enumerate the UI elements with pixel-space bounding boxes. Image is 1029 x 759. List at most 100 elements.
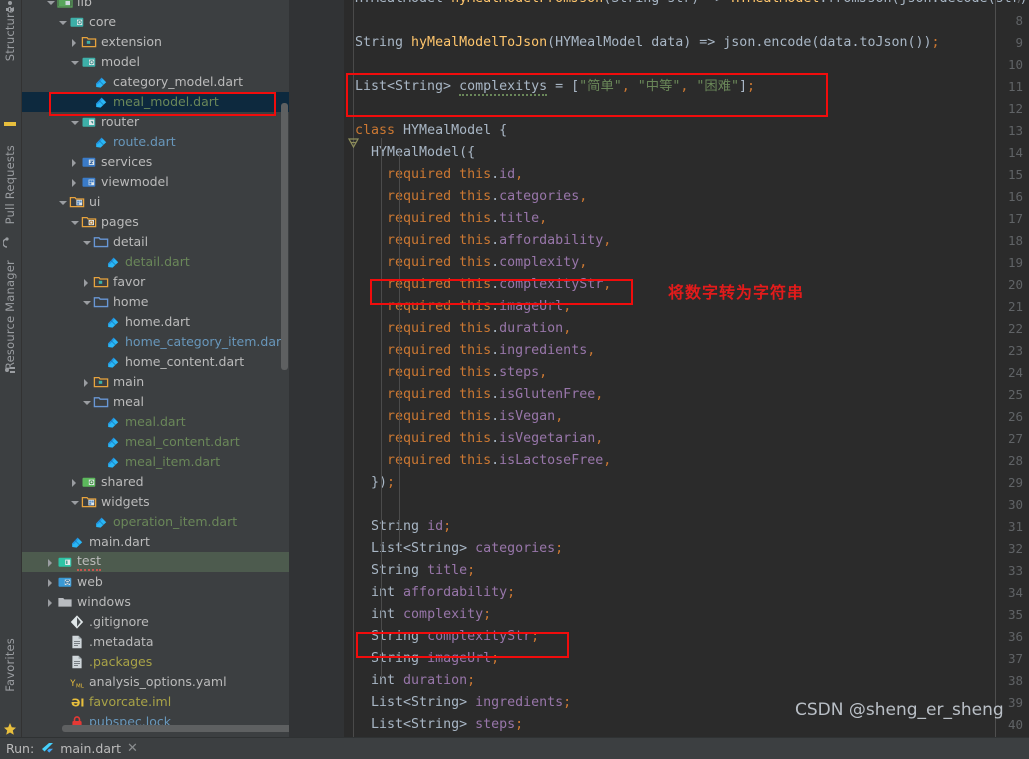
tree-item-widgets[interactable]: widgets (22, 492, 289, 512)
tree-item-meal-dart[interactable]: meal.dart (22, 412, 289, 432)
tree-item-home[interactable]: home (22, 292, 289, 312)
tree-item-windows[interactable]: windows (22, 592, 289, 612)
run-tool-window-bar[interactable]: Run: main.dart ✕ (0, 737, 1029, 759)
code-line-16[interactable]: required this.categories, (355, 186, 587, 208)
code-line-7[interactable]: HYMealModel hyMealModelFromJson(String s… (355, 0, 1028, 10)
tree-item-model[interactable]: model (22, 52, 289, 72)
code-line-18[interactable]: required this.affordability, (355, 230, 611, 252)
code-line-28[interactable]: required this.isLactoseFree, (355, 450, 611, 472)
chevron-right-icon[interactable] (68, 36, 81, 49)
tree-item-core[interactable]: core (22, 12, 289, 32)
folder-orange-icon (93, 274, 109, 290)
code-line-13[interactable]: class HYMealModel { (355, 120, 507, 142)
code-editor[interactable]: 7891011121314151617181920212223242526272… (289, 0, 1029, 737)
chevron-down-icon[interactable] (68, 496, 81, 509)
chevron-down-icon[interactable] (56, 196, 69, 209)
tree-vertical-scrollbar[interactable] (281, 103, 288, 370)
code-line-20[interactable]: required this.complexityStr, (355, 274, 611, 296)
code-line-29[interactable]: }); (355, 472, 395, 494)
chevron-down-icon[interactable] (68, 116, 81, 129)
tree-item-meal-item-dart[interactable]: meal_item.dart (22, 452, 289, 472)
code-line-24[interactable]: required this.steps, (355, 362, 547, 384)
tree-item-test[interactable]: test (22, 552, 289, 572)
code-line-25[interactable]: required this.isGlutenFree, (355, 384, 603, 406)
tree-item-meal-content-dart[interactable]: meal_content.dart (22, 432, 289, 452)
code-line-33[interactable]: String title; (355, 560, 475, 582)
tree-item-category-model-dart[interactable]: category_model.dart (22, 72, 289, 92)
chevron-right-icon[interactable] (44, 596, 57, 609)
chevron-down-icon[interactable] (80, 296, 93, 309)
code-line-14[interactable]: HYMealModel({ (355, 142, 475, 164)
tree-item-favorcate-iml[interactable]: ƏI favorcate.iml (22, 692, 289, 712)
tree-item-viewmodel[interactable]: viewmodel (22, 172, 289, 192)
code-line-40[interactable]: List<String> steps; (355, 714, 523, 736)
tree-item-shared[interactable]: shared (22, 472, 289, 492)
tree-item--packages[interactable]: .packages (22, 652, 289, 672)
tree-item-detail-dart[interactable]: detail.dart (22, 252, 289, 272)
tree-item-web[interactable]: web (22, 572, 289, 592)
chevron-down-icon[interactable] (56, 16, 69, 29)
tree-item-route-dart[interactable]: route.dart (22, 132, 289, 152)
tree-item--metadata[interactable]: .metadata (22, 632, 289, 652)
code-token: List<String> (371, 541, 476, 556)
tree-item-main-dart[interactable]: main.dart (22, 532, 289, 552)
code-line-27[interactable]: required this.isVegetarian, (355, 428, 603, 450)
tree-item--gitignore[interactable]: .gitignore (22, 612, 289, 632)
tree-item-favor[interactable]: favor (22, 272, 289, 292)
tree-item-meal-model-dart[interactable]: meal_model.dart (22, 92, 289, 112)
code-line-11[interactable]: List<String> complexitys = ["简单", "中等", … (355, 76, 755, 98)
tree-item-detail[interactable]: detail (22, 232, 289, 252)
chevron-right-icon[interactable] (80, 376, 93, 389)
project-tool-window[interactable]: lib core extension model category_model.dart… (22, 0, 289, 737)
tool-tab-resource-manager[interactable]: Resource Manager (0, 258, 21, 372)
chevron-right-icon[interactable] (44, 556, 57, 569)
code-line-32[interactable]: List<String> categories; (355, 538, 563, 560)
code-line-39[interactable]: List<String> ingredients; (355, 692, 571, 714)
code-line-23[interactable]: required this.ingredients, (355, 340, 595, 362)
chevron-right-icon[interactable] (68, 156, 81, 169)
tree-item-analysis-options-yaml[interactable]: Y ML analysis_options.yaml (22, 672, 289, 692)
code-line-22[interactable]: required this.duration, (355, 318, 571, 340)
code-line-34[interactable]: int affordability; (355, 582, 515, 604)
tree-item-router[interactable]: router (22, 112, 289, 132)
tool-tab-favorites[interactable]: Favorites (0, 636, 21, 694)
code-line-17[interactable]: required this.title, (355, 208, 547, 230)
tree-item-extension[interactable]: extension (22, 32, 289, 52)
tree-item-services[interactable]: services (22, 152, 289, 172)
code-line-9[interactable]: String hyMealModelToJson(HYMealModel dat… (355, 32, 940, 54)
project-tree[interactable]: lib core extension model category_model.dart… (22, 0, 289, 737)
tree-item-main[interactable]: main (22, 372, 289, 392)
chevron-down-icon[interactable] (68, 56, 81, 69)
code-line-21[interactable]: required this.imageUrl, (355, 296, 571, 318)
code-line-35[interactable]: int complexity; (355, 604, 491, 626)
chevron-right-icon[interactable] (44, 576, 57, 589)
tree-horizontal-scrollbar[interactable] (62, 725, 289, 732)
chevron-right-icon[interactable] (68, 476, 81, 489)
tree-item-home-dart[interactable]: home.dart (22, 312, 289, 332)
tree-item-meal[interactable]: meal (22, 392, 289, 412)
chevron-down-icon[interactable] (80, 396, 93, 409)
run-config-name[interactable]: main.dart (60, 741, 121, 756)
code-line-37[interactable]: String imageUrl; (355, 648, 499, 670)
tree-item-home-category-item-dart[interactable]: home_category_item.dart (22, 332, 289, 352)
code-line-19[interactable]: required this.complexity, (355, 252, 587, 274)
chevron-right-icon[interactable] (68, 176, 81, 189)
fold-collapse-icon[interactable] (348, 138, 359, 149)
tree-item-home-content-dart[interactable]: home_content.dart (22, 352, 289, 372)
code-line-36[interactable]: String complexityStr; (355, 626, 539, 648)
chevron-down-icon[interactable] (80, 236, 93, 249)
code-line-26[interactable]: required this.isVegan, (355, 406, 563, 428)
tree-item-operation-item-dart[interactable]: operation_item.dart (22, 512, 289, 532)
tool-tab-pull-requests[interactable]: Pull Requests (0, 143, 21, 226)
close-icon[interactable]: ✕ (127, 741, 138, 756)
chevron-down-icon[interactable] (44, 0, 57, 9)
chevron-right-icon[interactable] (80, 276, 93, 289)
tree-item-pages[interactable]: pages (22, 212, 289, 232)
editor-gutter[interactable] (289, 0, 344, 737)
code-line-38[interactable]: int duration; (355, 670, 475, 692)
tree-item-lib[interactable]: lib (22, 0, 289, 12)
dart-file (108, 317, 119, 328)
tree-item-ui[interactable]: ui (22, 192, 289, 212)
chevron-down-icon[interactable] (68, 216, 81, 229)
code-line-31[interactable]: String id; (355, 516, 451, 538)
